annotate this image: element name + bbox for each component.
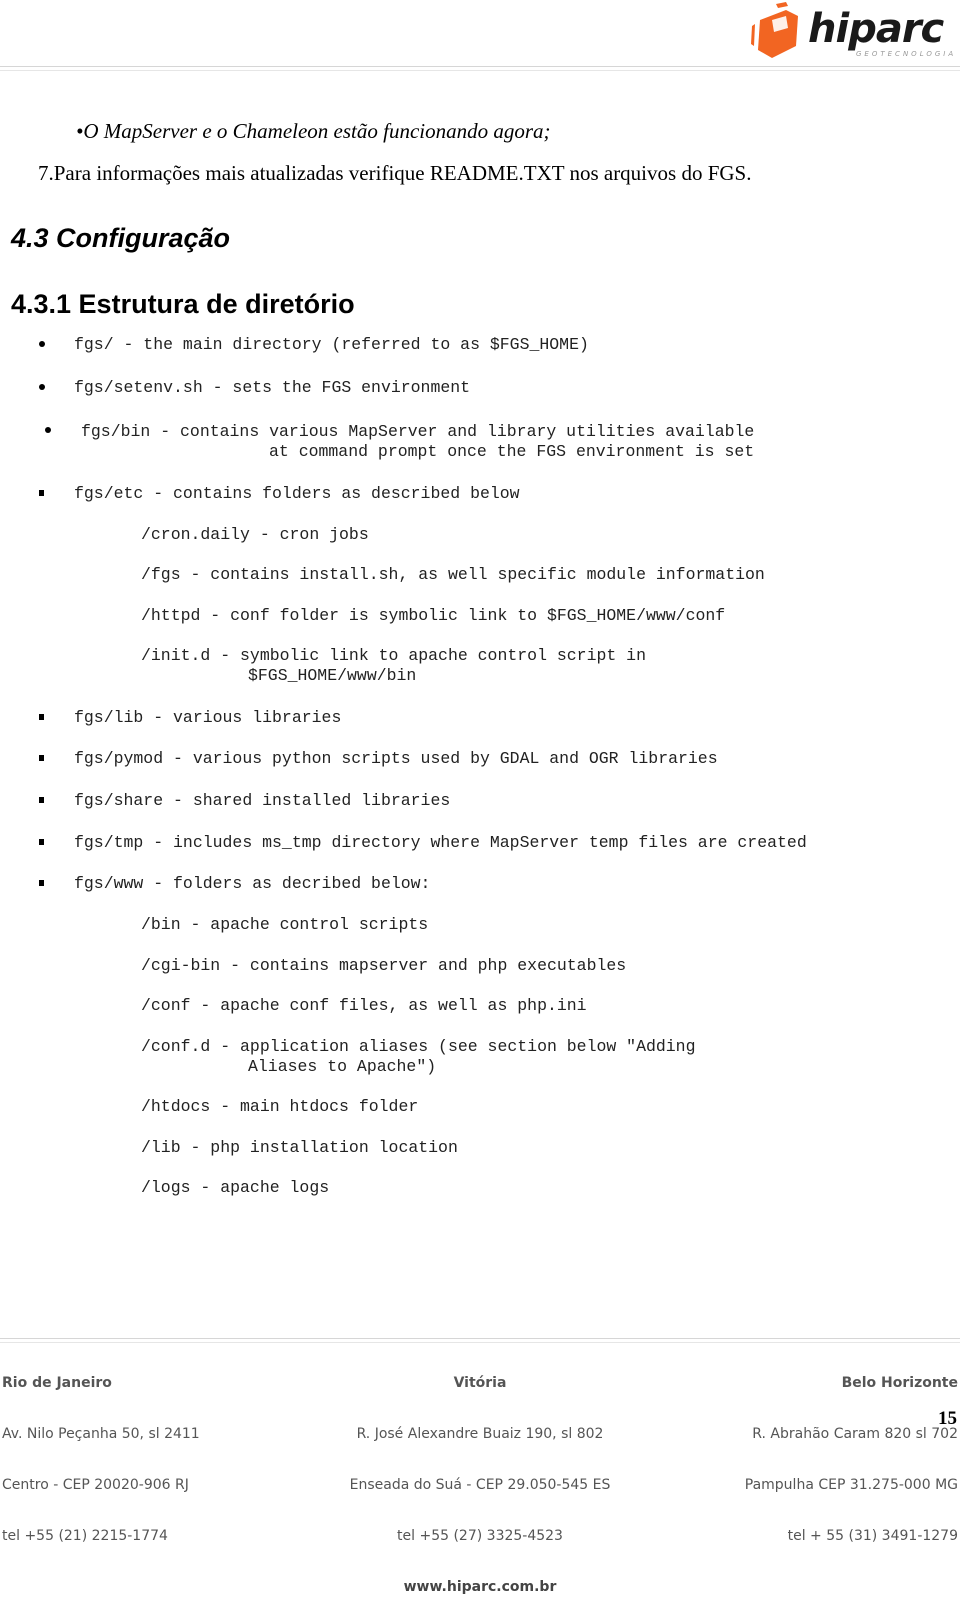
list-item: fgs/lib - various libraries [74, 708, 342, 727]
sub-item: /cgi-bin - contains mapserver and php ex… [141, 956, 627, 975]
footer-office-bh: Belo Horizonte R. Abrahão Caram 820 sl 7… [660, 1341, 958, 1562]
logo-subtitle: GEOTECNOLOGIA [856, 50, 957, 58]
bullet-dot-icon [45, 427, 51, 433]
list-item: fgs/bin - contains various MapServer and… [81, 422, 755, 441]
footer-office-vitoria: Vitória R. José Alexandre Buaiz 190, sl … [330, 1341, 630, 1613]
list-item: fgs/setenv.sh - sets the FGS environment [74, 378, 471, 397]
sub-item: /htdocs - main htdocs folder [141, 1097, 419, 1116]
bullet-italic-text: O MapServer e o Chameleon estão funciona… [83, 119, 551, 143]
office-city: Rio de Janeiro [2, 1375, 112, 1391]
sub-item: /bin - apache control scripts [141, 915, 429, 934]
sub-item: /conf - apache conf files, as well as ph… [141, 996, 587, 1015]
logo-wordmark: hiparc [808, 6, 944, 52]
bullet-square-icon [39, 755, 44, 761]
sub-item-continuation: Aliases to Apache") [248, 1057, 437, 1076]
sub-item: /lib - php installation location [141, 1138, 458, 1157]
bullet-square-icon [39, 839, 44, 845]
office-city: Belo Horizonte [841, 1375, 958, 1391]
list-item-continuation: at command prompt once the FGS environme… [269, 442, 755, 461]
footer-office-rio: Rio de Janeiro Av. Nilo Peçanha 50, sl 2… [2, 1341, 200, 1562]
sub-item: /init.d - symbolic link to apache contro… [141, 646, 646, 665]
list-item: fgs/etc - contains folders as described … [74, 484, 520, 503]
subsection-heading: 4.3.1 Estrutura de diretório [11, 289, 355, 319]
list-item: fgs/www - folders as decribed below: [74, 874, 431, 893]
section-heading: 4.3 Configuração [11, 223, 231, 253]
hiparc-logo: hiparc GEOTECNOLOGIA [746, 2, 956, 64]
list-item: fgs/tmp - includes ms_tmp directory wher… [74, 833, 807, 852]
step-7-text: 7.Para informações mais atualizadas veri… [38, 161, 752, 185]
header-divider [0, 66, 960, 71]
office-city: Vitória [453, 1375, 507, 1391]
list-item: fgs/ - the main directory (referred to a… [74, 335, 589, 354]
office-district: Centro - CEP 20020-906 RJ [2, 1477, 189, 1493]
office-district: Enseada do Suá - CEP 29.050-545 ES [349, 1477, 611, 1493]
bullet-square-icon [39, 714, 44, 720]
page-number: 15 [938, 1408, 957, 1429]
sub-item: /httpd - conf folder is symbolic link to… [141, 606, 726, 625]
sub-item: /logs - apache logs [141, 1178, 330, 1197]
sub-item: /fgs - contains install.sh, as well spec… [141, 565, 765, 584]
sub-item-continuation: $FGS_HOME/www/bin [248, 666, 417, 685]
office-phone: tel +55 (27) 3325-4523 [397, 1528, 563, 1544]
sub-item: /cron.daily - cron jobs [141, 525, 369, 544]
office-phone: tel +55 (21) 2215-1774 [2, 1528, 168, 1544]
bullet-square-icon [39, 797, 44, 803]
bullet-italic-line: •O MapServer e o Chameleon estão funcion… [76, 119, 551, 143]
bullet-square-icon [39, 490, 44, 496]
bullet-dot-icon [39, 341, 45, 347]
logo-mark-icon [751, 2, 798, 58]
office-district: Pampulha CEP 31.275-000 MG [744, 1477, 958, 1493]
bullet-dot-icon [39, 384, 45, 390]
website-link[interactable]: www.hiparc.com.br [330, 1579, 630, 1596]
office-phone: tel + 55 (31) 3491-1279 [787, 1528, 958, 1544]
list-item: fgs/share - shared installed libraries [74, 791, 451, 810]
bullet-square-icon [39, 880, 44, 886]
sub-item: /conf.d - application aliases (see secti… [141, 1037, 696, 1056]
list-item: fgs/pymod - various python scripts used … [74, 749, 718, 768]
